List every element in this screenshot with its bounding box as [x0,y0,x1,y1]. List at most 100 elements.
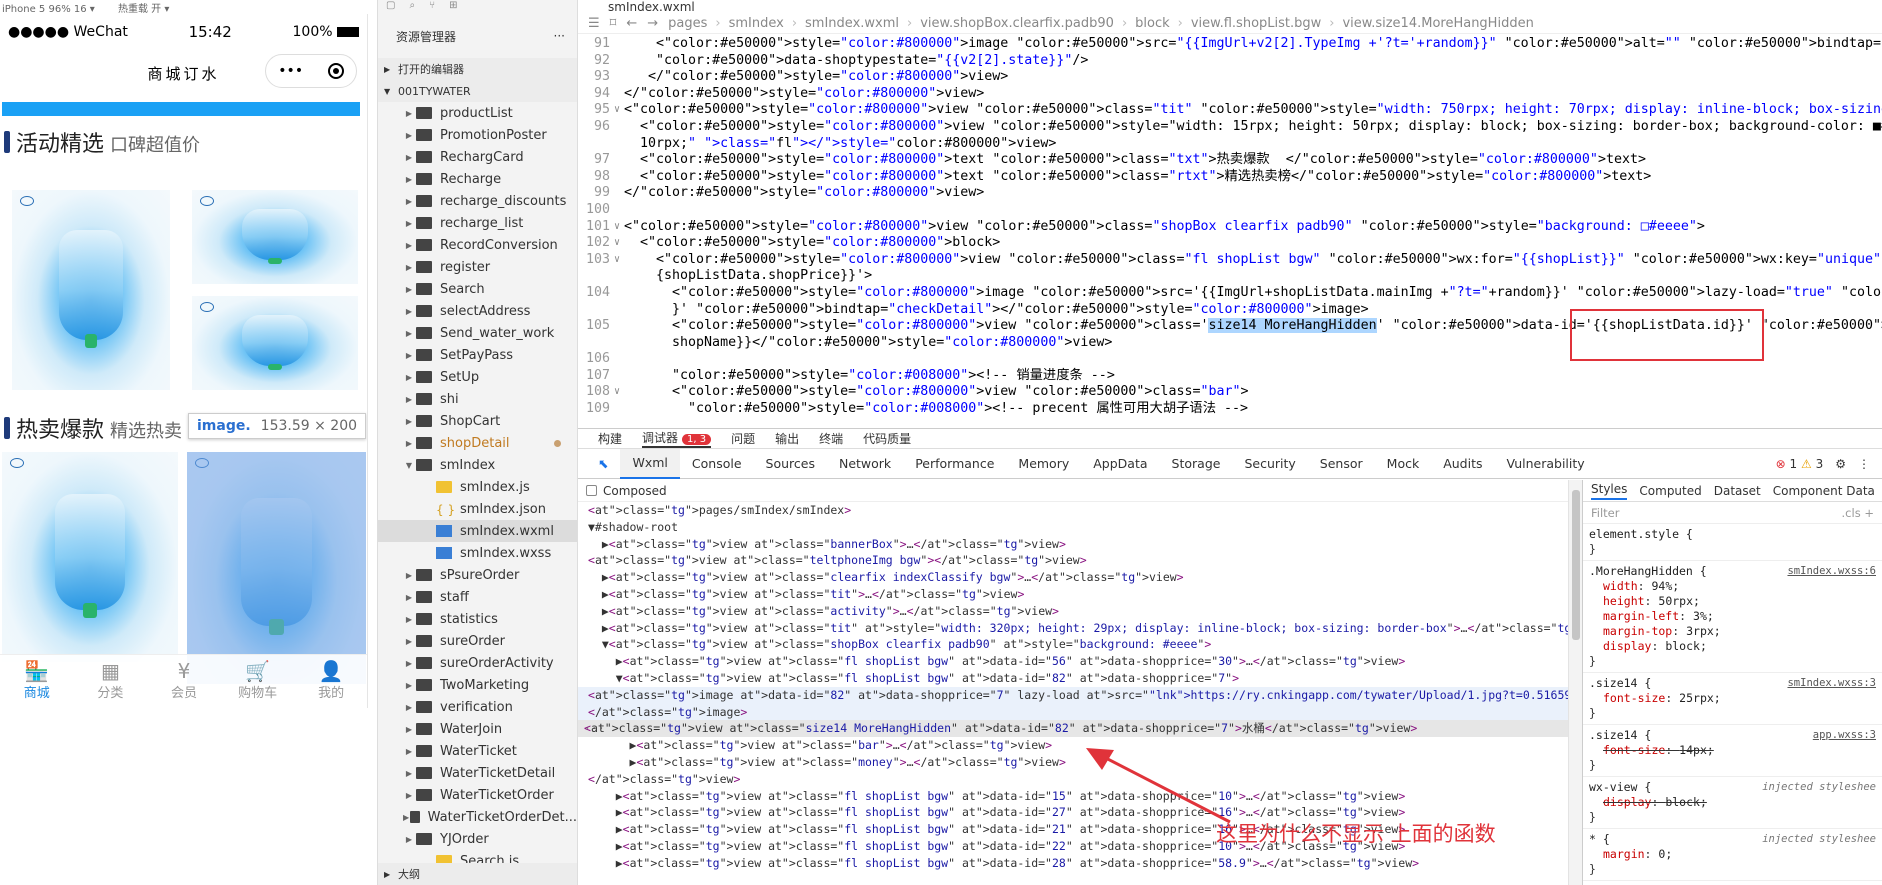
devtools-tab[interactable]: Mock [1375,449,1432,479]
dom-node[interactable]: ▶ < at ">class=" tg ">view at ">class=" tit " at… [578,620,1568,637]
rule-source[interactable]: smIndex.wxss:3 [1787,676,1876,691]
more-icon[interactable]: ••• [278,63,303,79]
code-line[interactable]: 109 "color:#e50000">style="color:#008000… [578,401,1882,418]
code-line[interactable]: 92 "color:#e50000">data-shoptypestate="{… [578,53,1882,70]
fold-icon[interactable] [610,401,624,418]
tree-item[interactable]: ▶ ShopCart [378,410,577,432]
rule-property[interactable]: height: 50rpx; [1589,594,1876,609]
fold-icon[interactable] [610,318,624,335]
styles-filter[interactable]: Filter .cls + [1583,502,1882,524]
tree-item[interactable]: ▶ sureOrderActivity [378,652,577,674]
dom-node[interactable]: ··· < at ">class=" tg ">view at ">class=" size… [578,720,1568,738]
tree-item[interactable]: ▶ YJOrder [378,828,577,850]
tree-item[interactable]: ▼ smIndex [378,454,577,476]
style-rule[interactable]: injected styleshee wx-view {display: bloc… [1583,777,1882,829]
dom-node[interactable]: ▼ < at ">class=" tg ">view at ">class=" fl shop… [578,670,1568,687]
code-line[interactable]: 95 ∨ <"color:#e50000">style="color:#800000… [578,102,1882,119]
breadcrumb-item[interactable]: view.shopBox.clearfix.padb90 [920,16,1114,31]
rule-property[interactable]: margin-top: 3rpx; [1589,624,1876,639]
files-icon[interactable]: ▢ [386,0,395,14]
devtools-tab[interactable]: Sources [754,449,827,479]
tree-item[interactable]: ▶ Send_water_work [378,322,577,344]
fold-icon[interactable] [610,169,624,186]
inspect-icon[interactable]: ⬉ [586,449,620,479]
dom-node[interactable]: < / at ">class=" tg ">view > [578,771,1568,788]
tree-item[interactable]: ▶ verification [378,696,577,718]
panel-tab[interactable]: 终端 [819,430,843,447]
more-icon[interactable]: ··· [554,29,565,43]
forward-icon[interactable]: → [647,16,658,31]
styles-tab[interactable]: Computed [1639,484,1701,498]
fold-icon[interactable] [610,351,624,368]
composed-checkbox[interactable] [586,485,597,496]
code-line[interactable]: 91 <"color:#e50000">style="color:#800000… [578,36,1882,53]
code-line[interactable]: 93 </"color:#e50000">style="color:#80000… [578,69,1882,86]
devtools-tab[interactable]: Console [680,449,754,479]
tree-item[interactable]: ▶ statistics [378,608,577,630]
product-image[interactable] [12,190,170,390]
panel-tab[interactable]: 问题 [731,430,755,447]
dom-node[interactable]: ▶ < at ">class=" tg ">view at ">class=" tit " >… <… [578,586,1568,603]
add-rule-icon[interactable]: + [1864,506,1874,520]
bookmark-icon[interactable]: ⌑ [610,16,617,31]
fold-icon[interactable] [610,36,624,53]
hot-reload-toggle[interactable]: 热重载 开 ▾ [118,4,169,14]
tree-item[interactable]: ▶ RechargCard [378,146,577,168]
tree-item[interactable]: ▶ shi [378,388,577,410]
dom-node[interactable]: ▼ < at ">class=" tg ">view at ">class=" shopBox… [578,636,1568,653]
breadcrumb-item[interactable]: smIndex.wxml [805,16,899,31]
code-line[interactable]: 108 ∨ <"color:#e50000">style="color:#8000… [578,384,1882,401]
composed-option[interactable]: Composed [578,480,1568,502]
rule-source[interactable]: app.wxss:3 [1813,728,1876,743]
code-line[interactable]: 100 [578,202,1882,219]
tree-item[interactable]: ▶ WaterJoin [378,718,577,740]
tree-item[interactable]: ▶ sureOrder [378,630,577,652]
tree-item[interactable]: ▶ recharge_list [378,212,577,234]
gear-icon[interactable]: ⚙ [1835,457,1846,471]
rule-source[interactable]: injected styleshee [1762,832,1876,847]
style-rule[interactable]: app.wxss:3 .size14 {font-size: 14px;} [1583,725,1882,777]
breadcrumb-item[interactable]: view.fl.shopList.bgw [1191,16,1321,31]
close-capsule-icon[interactable] [327,63,344,79]
tree-item[interactable]: ▶ WaterTicketDetail [378,762,577,784]
back-icon[interactable]: ← [626,16,637,31]
error-count[interactable]: ⊗ 1 ⚠ 3 [1776,457,1824,471]
tree-item[interactable]: ▶ WaterTicketOrderDet... [378,806,577,828]
rule-property[interactable]: font-size: 14px; [1589,743,1876,758]
editor-tab[interactable]: smIndex.wxml [578,0,1882,14]
code-line[interactable]: 101 ∨ <"color:#e50000">style="color:#80000… [578,219,1882,236]
breadcrumb-item[interactable]: view.size14.MoreHangHidden [1342,16,1533,31]
tab-cart[interactable]: 🛒 购物车 [221,655,295,706]
fold-icon[interactable]: ∨ [610,384,624,401]
fold-icon[interactable] [610,268,624,285]
dom-node[interactable]: ▶ < at ">class=" tg ">view at ">class=" fl shop… [578,788,1568,805]
tree-item[interactable]: ▶ shopDetail [378,432,577,454]
fold-icon[interactable] [610,119,624,136]
code-line[interactable]: 10rpx;" ">class="fl"></">style="color:#8… [578,136,1882,153]
code-line[interactable]: 97 <"color:#e50000">style="color:#800000… [578,152,1882,169]
dom-node[interactable]: ▶ < at ">class=" tg ">view at ">class=" fl shop… [578,653,1568,670]
code-line[interactable]: 104 <"color:#e50000">style="color:#80000… [578,285,1882,302]
dom-node[interactable]: < / at ">class=" tg ">image > [578,703,1568,721]
product-image[interactable] [2,452,178,662]
tree-item[interactable]: ▶ SetPayPass [378,344,577,366]
dom-node[interactable]: ▶ < at ">class=" tg ">view at ">class=" fl shop… [578,855,1568,872]
code-line[interactable]: 94 </"color:#e50000">style="color:#800000… [578,86,1882,103]
dom-node[interactable]: < at ">class=" tg ">view at ">class=" teltphon… [578,552,1568,569]
product-image[interactable] [192,296,358,390]
filter-input[interactable]: Filter [1591,506,1619,520]
devtools-tab[interactable]: Security [1232,449,1307,479]
dom-node[interactable]: < at ">class=" tg ">image at ">data-id=" 82 " a… [578,686,1568,704]
code-line[interactable]: 96 <"color:#e50000">style="color:#800000… [578,119,1882,136]
panel-tab[interactable]: 调试器 1, 3 [642,429,712,448]
tree-item[interactable]: ▶ RecordConversion [378,234,577,256]
list-icon[interactable]: ☰ [588,16,600,31]
open-editors-section[interactable]: ▶ 打开的编辑器 [378,58,577,80]
breadcrumb-item[interactable]: pages [668,16,707,31]
tab-mall[interactable]: 🏪 商城 [0,655,74,706]
tree-item[interactable]: smIndex.js [378,476,577,498]
kebab-icon[interactable]: ⋮ [1858,457,1870,471]
project-section[interactable]: ▼ 001TYWATER [378,80,577,102]
fold-icon[interactable] [610,185,624,202]
code-line[interactable]: }' "color:#e50000">bindtap="checkDetail"… [578,302,1882,319]
